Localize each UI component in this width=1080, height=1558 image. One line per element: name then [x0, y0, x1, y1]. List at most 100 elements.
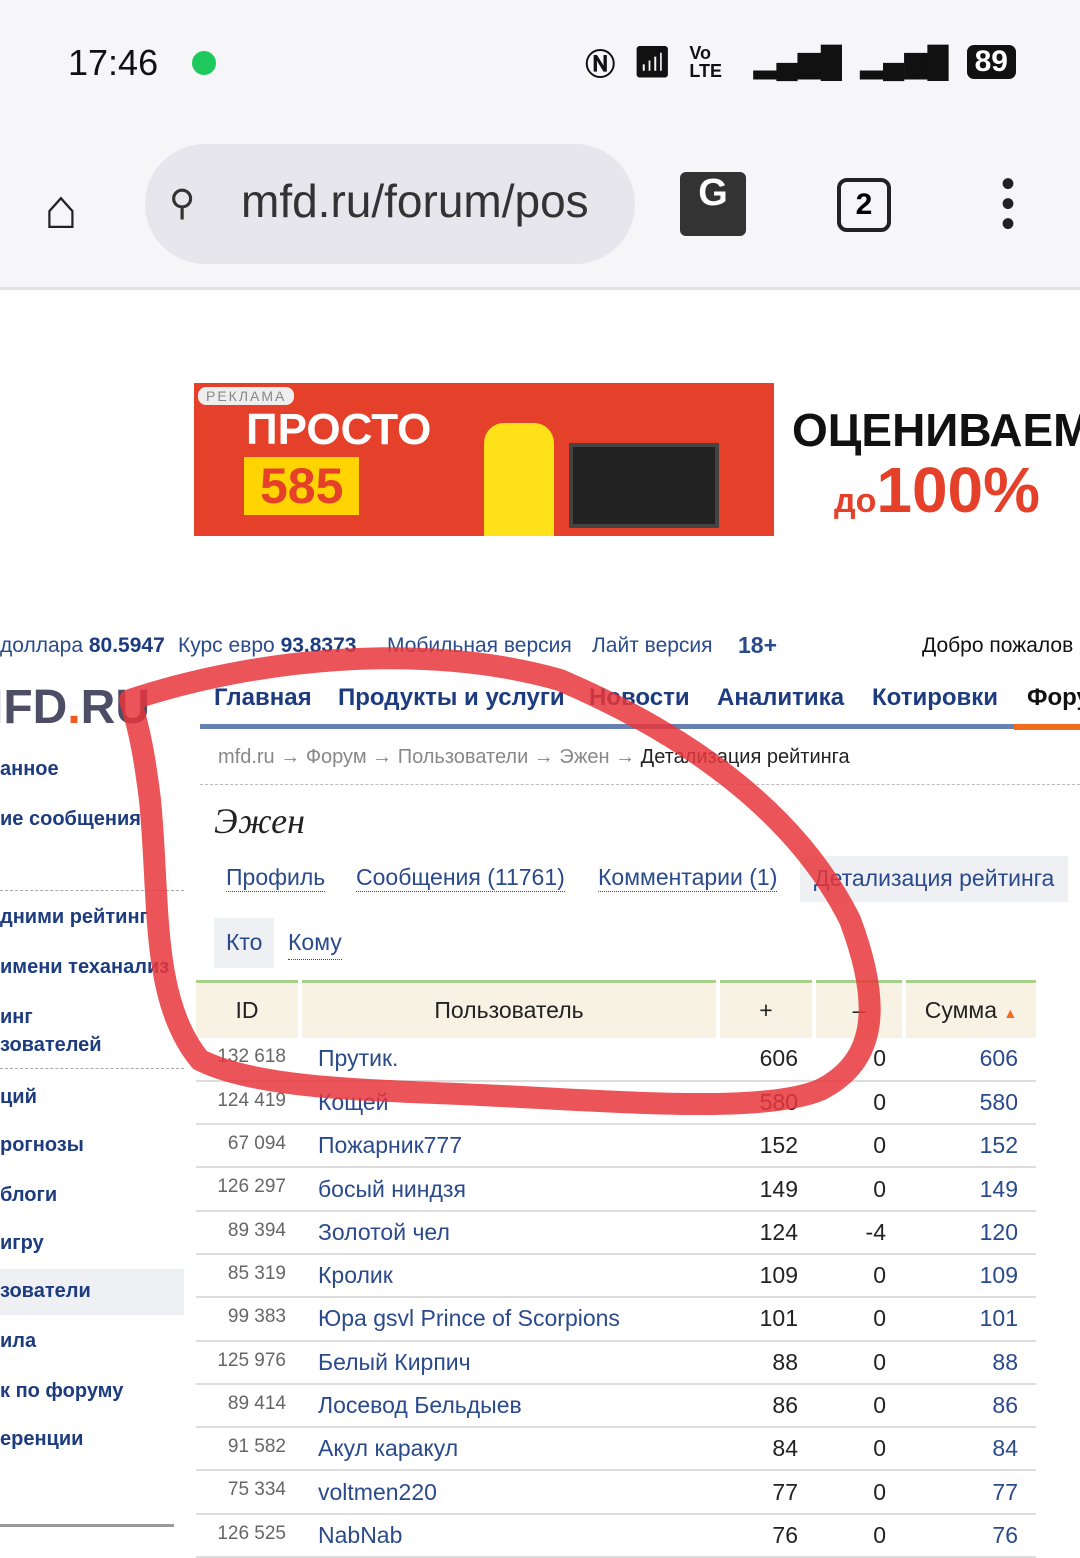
- minus-value: 0: [814, 1167, 904, 1212]
- column-id[interactable]: ID: [196, 980, 300, 1038]
- user-link[interactable]: Лосевод Бельдыев: [300, 1383, 718, 1429]
- sidebar-item[interactable]: еренции: [0, 1428, 83, 1451]
- table-row: 126 525 NabNab 76 0 76: [196, 1513, 1036, 1558]
- sum-link[interactable]: 77: [904, 1470, 1036, 1515]
- user-link[interactable]: Кролик: [300, 1253, 718, 1299]
- user-link[interactable]: Кощей: [300, 1080, 718, 1126]
- mobile-version-link[interactable]: Мобильная версия: [387, 634, 572, 658]
- clock: 17:46: [68, 42, 159, 83]
- sidebar-item[interactable]: к по форуму: [0, 1380, 123, 1403]
- nfc-icon: Ⓝ: [585, 49, 616, 82]
- column-sum[interactable]: Сумма ▲: [902, 980, 1036, 1038]
- breadcrumb-users[interactable]: Пользователи: [398, 746, 529, 768]
- tab-rating-details[interactable]: Детализация рейтинга: [800, 856, 1069, 902]
- tab-profile[interactable]: Профиль: [226, 864, 326, 892]
- minus-value: 0: [814, 1470, 904, 1515]
- table-row: 75 334 voltmen220 77 0 77: [196, 1470, 1036, 1515]
- nav-analytics[interactable]: Аналитика: [717, 684, 844, 712]
- browser-toolbar: ⌂ ⚲ mfd.ru/forum/pos G 2 • • •: [0, 120, 1080, 290]
- nav-home[interactable]: Главная: [214, 684, 312, 712]
- nav-active-indicator: [1014, 724, 1080, 730]
- banner-text: ПРОСТО: [246, 405, 432, 454]
- user-link[interactable]: NabNab: [300, 1513, 718, 1558]
- sum-link[interactable]: 152: [904, 1124, 1036, 1169]
- plus-value: 77: [718, 1470, 814, 1515]
- user-link[interactable]: Золотой чел: [300, 1210, 718, 1255]
- user-link[interactable]: Юра gsvl Prince of Scorpions: [300, 1297, 718, 1342]
- sum-link[interactable]: 580: [904, 1080, 1036, 1126]
- breadcrumb-forum[interactable]: Форум: [306, 746, 367, 768]
- user-link[interactable]: Белый Кирпич: [300, 1340, 718, 1385]
- user-link[interactable]: Акул каракул: [300, 1427, 718, 1472]
- more-menu-icon[interactable]: • • •: [996, 164, 1020, 244]
- banner-price: 585: [244, 457, 360, 515]
- sidebar-item[interactable]: дними рейтинг: [0, 906, 148, 929]
- user-link[interactable]: босый ниндзя: [300, 1167, 718, 1212]
- tab-whom[interactable]: Кому: [288, 918, 342, 960]
- sum-link[interactable]: 109: [904, 1253, 1036, 1299]
- sum-link[interactable]: 101: [904, 1297, 1036, 1342]
- nav-quotes[interactable]: Котировки: [872, 684, 998, 712]
- sum-link[interactable]: 149: [904, 1167, 1036, 1212]
- sidebar-item[interactable]: зователей: [0, 1034, 102, 1057]
- sidebar-item[interactable]: ций: [0, 1086, 37, 1109]
- sum-link[interactable]: 606: [904, 1037, 1036, 1082]
- banner-tv-image: [569, 443, 719, 528]
- home-icon[interactable]: ⌂: [44, 176, 78, 241]
- page-title: Эжен: [214, 801, 305, 841]
- ad-label: РЕКЛАМА: [198, 387, 295, 405]
- sidebar-item[interactable]: ила: [0, 1330, 36, 1353]
- banner-person-image: [484, 423, 554, 536]
- sidebar-item[interactable]: имени теханализ: [0, 956, 169, 979]
- nav-forum[interactable]: Фору: [1027, 684, 1080, 712]
- euro-rate: Курс евро 93.8373: [178, 634, 357, 657]
- banner-percent: до100%: [834, 454, 1041, 526]
- column-user[interactable]: Пользователь: [298, 980, 718, 1038]
- user-id: 125 976: [196, 1340, 300, 1385]
- user-id: 89 394: [196, 1210, 300, 1255]
- rating-table: ID Пользователь + – Сумма ▲ 132 618 Прути…: [196, 980, 1036, 1558]
- sum-link[interactable]: 76: [904, 1513, 1036, 1558]
- user-link[interactable]: voltmen220: [300, 1470, 718, 1515]
- sum-link[interactable]: 88: [904, 1340, 1036, 1385]
- sum-link[interactable]: 84: [904, 1427, 1036, 1472]
- wifi-icon: 📶︎: [633, 45, 672, 79]
- user-id: 75 334: [196, 1470, 300, 1515]
- tab-comments[interactable]: Комментарии (1): [598, 864, 778, 892]
- sum-link[interactable]: 120: [904, 1210, 1036, 1255]
- address-bar[interactable]: ⚲ mfd.ru/forum/pos: [145, 144, 635, 264]
- nav-products[interactable]: Продукты и услуги: [338, 684, 565, 712]
- sidebar-item[interactable]: рогнозы: [0, 1134, 84, 1157]
- user-link[interactable]: Пожарник777: [300, 1124, 718, 1169]
- mfd-logo[interactable]: IFD.RU: [0, 680, 150, 735]
- site-settings-icon[interactable]: ⚲: [169, 182, 195, 224]
- status-bar: 17:46 Ⓝ 📶︎ Vo LTE ▂▄▆█ ▂▄▆█ 89: [0, 0, 1080, 120]
- tab-who[interactable]: Кто: [214, 918, 275, 968]
- lite-version-link[interactable]: Лайт версия: [592, 634, 713, 658]
- sidebar-item[interactable]: инг: [0, 1006, 33, 1029]
- user-id: 85 319: [196, 1253, 300, 1299]
- breadcrumb-user[interactable]: Эжен: [559, 746, 609, 768]
- sidebar-item[interactable]: блоги: [0, 1184, 57, 1207]
- column-minus[interactable]: –: [812, 980, 904, 1038]
- column-plus[interactable]: +: [716, 980, 814, 1038]
- ad-banner[interactable]: РЕКЛАМА ПРОСТО 585 ОЦЕНИВАЕМ до100%: [194, 383, 1080, 536]
- nav-news[interactable]: Новости: [589, 684, 690, 712]
- plus-value: 109: [718, 1253, 814, 1299]
- sum-link[interactable]: 86: [904, 1383, 1036, 1429]
- tab-switcher-button[interactable]: 2: [837, 178, 891, 232]
- volte-icon: Vo LTE: [689, 43, 722, 81]
- sidebar-item[interactable]: анное: [0, 758, 59, 781]
- tab-messages[interactable]: Сообщения (11761): [356, 864, 565, 892]
- url-text[interactable]: mfd.ru/forum/pos: [241, 174, 589, 228]
- minus-value: 0: [814, 1513, 904, 1558]
- breadcrumb-home[interactable]: mfd.ru: [218, 746, 275, 768]
- sidebar-item-users[interactable]: зователи: [0, 1269, 184, 1315]
- sidebar-item[interactable]: игру: [0, 1232, 44, 1255]
- user-link[interactable]: Прутик.: [300, 1037, 718, 1082]
- breadcrumb: mfd.ru → Форум → Пользователи → Эжен → Д…: [218, 746, 850, 768]
- table-row: 89 394 Золотой чел 124 -4 120: [196, 1210, 1036, 1255]
- translate-icon[interactable]: G: [680, 172, 746, 236]
- notification-icon: [192, 51, 216, 75]
- sidebar-item[interactable]: ие сообщения: [0, 808, 141, 831]
